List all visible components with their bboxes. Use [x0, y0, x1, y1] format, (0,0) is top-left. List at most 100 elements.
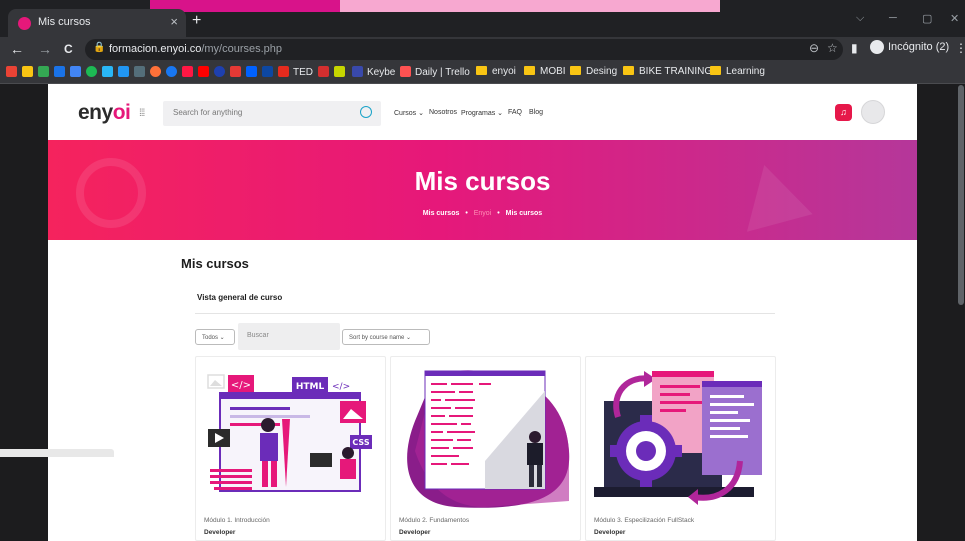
- course-search-input[interactable]: Buscar: [238, 323, 340, 350]
- zoom-icon[interactable]: ⊖: [809, 41, 819, 55]
- restore-button[interactable]: ▢: [922, 12, 932, 25]
- reload-button[interactable]: C: [64, 42, 73, 56]
- bookmark-e-icon[interactable]: [262, 66, 277, 78]
- bookmark-keep-icon[interactable]: [22, 66, 37, 78]
- course-name[interactable]: Módulo 3. Especilización FullStack: [594, 517, 694, 524]
- divider: [195, 313, 775, 314]
- folder-icon: [570, 66, 581, 75]
- course-category: Developer: [594, 529, 626, 536]
- sort-dropdown[interactable]: Sort by course name ⌄: [342, 329, 430, 345]
- page-hero: Mis cursos Mis cursos • Enyoi • Mis curs…: [48, 140, 917, 240]
- illustration-css-tag: CSS: [352, 438, 369, 447]
- folder-icon: [710, 66, 721, 75]
- page-title: Mis cursos: [181, 256, 249, 271]
- bookmark-cf-icon[interactable]: [334, 66, 349, 78]
- filter-dropdown[interactable]: Todos ⌄: [195, 329, 235, 345]
- nav-cursos[interactable]: Cursos ⌄: [394, 109, 424, 117]
- bookmark-facebook-icon[interactable]: [166, 66, 181, 78]
- new-tab-button[interactable]: +: [192, 12, 201, 30]
- menu-icon[interactable]: ⋮: [955, 41, 965, 55]
- bookmark-spotify-icon[interactable]: [86, 66, 101, 78]
- course-card[interactable]: Módulo 2. Fundamentos Developer: [390, 356, 581, 541]
- bookmark-ted[interactable]: TED: [278, 66, 313, 78]
- tab-title: Mis cursos: [38, 16, 91, 28]
- tab-close-icon[interactable]: ×: [170, 14, 178, 29]
- bookmark-s-icon[interactable]: [134, 66, 149, 78]
- course-category: Developer: [399, 529, 431, 536]
- browser-titlebar: Mis cursos × + ⌵ ─ ▢ ✕: [0, 0, 965, 37]
- site-favicon-icon: [18, 17, 31, 30]
- course-card[interactable]: </> HTML </> CSS Módulo 1. Introducción …: [195, 356, 386, 541]
- site-logo[interactable]: enyoi: [78, 101, 131, 125]
- nav-programas[interactable]: Programas ⌄: [461, 109, 503, 117]
- search-icon[interactable]: [360, 106, 372, 118]
- web-page: enyoi ⁞⁞⁞ Search for anything Cursos ⌄ N…: [48, 84, 917, 541]
- status-bar: [0, 449, 114, 457]
- bookmark-gmail-icon[interactable]: [6, 66, 21, 78]
- hero-title: Mis cursos: [414, 166, 551, 196]
- incognito-icon: [870, 40, 884, 54]
- bookmark-youtube-icon[interactable]: [198, 66, 213, 78]
- course-illustration: [590, 361, 771, 511]
- bookmark-firefox-icon[interactable]: [150, 66, 165, 78]
- bookmark-keybe[interactable]: Keybe: [352, 66, 395, 78]
- logo-accent: oi: [112, 101, 131, 124]
- course-name[interactable]: Módulo 1. Introducción: [204, 517, 270, 524]
- breadcrumb-item[interactable]: Enyoi: [474, 210, 492, 217]
- site-header: enyoi ⁞⁞⁞ Search for anything Cursos ⌄ N…: [48, 84, 917, 139]
- nav-faq[interactable]: FAQ: [508, 109, 522, 116]
- scrollbar[interactable]: [958, 85, 964, 305]
- minimize-button[interactable]: ─: [889, 12, 897, 24]
- illustration-html-tag: HTML: [296, 382, 325, 392]
- back-button[interactable]: ←: [10, 41, 24, 57]
- bookmark-folder-learning[interactable]: Learning: [710, 66, 765, 77]
- tab-search-icon[interactable]: ⌵: [856, 12, 864, 25]
- breadcrumb-separator: •: [497, 210, 500, 217]
- bookmark-meet-icon[interactable]: [70, 66, 85, 78]
- breadcrumb: Mis cursos • Enyoi • Mis cursos: [48, 210, 917, 217]
- breadcrumb-item: Mis cursos: [505, 210, 543, 217]
- url-host: formacion.enyoi.co: [109, 43, 202, 55]
- course-card[interactable]: Módulo 3. Especilización FullStack Devel…: [585, 356, 776, 541]
- notification-bell-icon[interactable]: ♫: [835, 104, 852, 121]
- bookmark-v-icon[interactable]: [182, 66, 197, 78]
- browser-tab[interactable]: Mis cursos ×: [8, 9, 186, 37]
- window-backdrop: [0, 84, 48, 541]
- bookmark-folder-bike-training[interactable]: BIKE TRAINING: [623, 66, 712, 77]
- bookmark-label: TED: [293, 67, 313, 78]
- nav-blog[interactable]: Blog: [529, 109, 543, 116]
- logo-text: eny: [78, 101, 113, 124]
- bookmark-daily-trello[interactable]: Daily | Trello: [400, 66, 470, 78]
- bookmark-folder-desing[interactable]: Desing: [570, 66, 617, 77]
- nav-nosotros[interactable]: Nosotros: [429, 109, 457, 116]
- course-name[interactable]: Módulo 2. Fundamentos: [399, 517, 469, 524]
- illustration-code-tag: </>: [332, 382, 350, 392]
- bookmark-triangle-icon[interactable]: [102, 66, 117, 78]
- bookmark-lr-icon[interactable]: [318, 66, 333, 78]
- apps-grid-icon[interactable]: ⁞⁞⁞: [139, 108, 145, 119]
- bookmark-check-icon[interactable]: [118, 66, 133, 78]
- close-window-button[interactable]: ✕: [950, 12, 959, 25]
- bookmark-folder-mobi[interactable]: MOBI: [524, 66, 566, 77]
- bookmark-star-icon[interactable]: [230, 66, 245, 78]
- illustration-code-tag: </>: [231, 380, 251, 391]
- site-search-input[interactable]: Search for anything: [163, 101, 381, 126]
- bookmark-drive-icon[interactable]: [38, 66, 53, 78]
- bookmark-folder-enyoi[interactable]: enyoi: [476, 66, 516, 77]
- course-illustration: </> HTML </> CSS: [200, 361, 381, 511]
- incognito-indicator[interactable]: Incógnito (2): [870, 40, 949, 54]
- address-bar[interactable]: 🔒 formacion.enyoi.co/my/courses.php ⊖ ☆: [85, 39, 843, 60]
- bookmark-circle-icon[interactable]: [214, 66, 229, 78]
- folder-icon: [623, 66, 634, 75]
- url-text[interactable]: formacion.enyoi.co/my/courses.php: [109, 43, 282, 55]
- lock-icon: 🔒: [93, 42, 106, 53]
- side-panel-icon[interactable]: ▮: [851, 41, 858, 55]
- user-avatar[interactable]: [861, 100, 885, 124]
- forward-button[interactable]: →: [38, 41, 52, 57]
- bookmark-star-icon[interactable]: ☆: [827, 41, 838, 55]
- bookmark-tp-icon[interactable]: [54, 66, 69, 78]
- window-decoration: [340, 0, 720, 12]
- bookmark-dropbox-icon[interactable]: [246, 66, 261, 78]
- bookmark-label: Keybe: [367, 67, 396, 78]
- breadcrumb-item[interactable]: Mis cursos: [423, 210, 460, 217]
